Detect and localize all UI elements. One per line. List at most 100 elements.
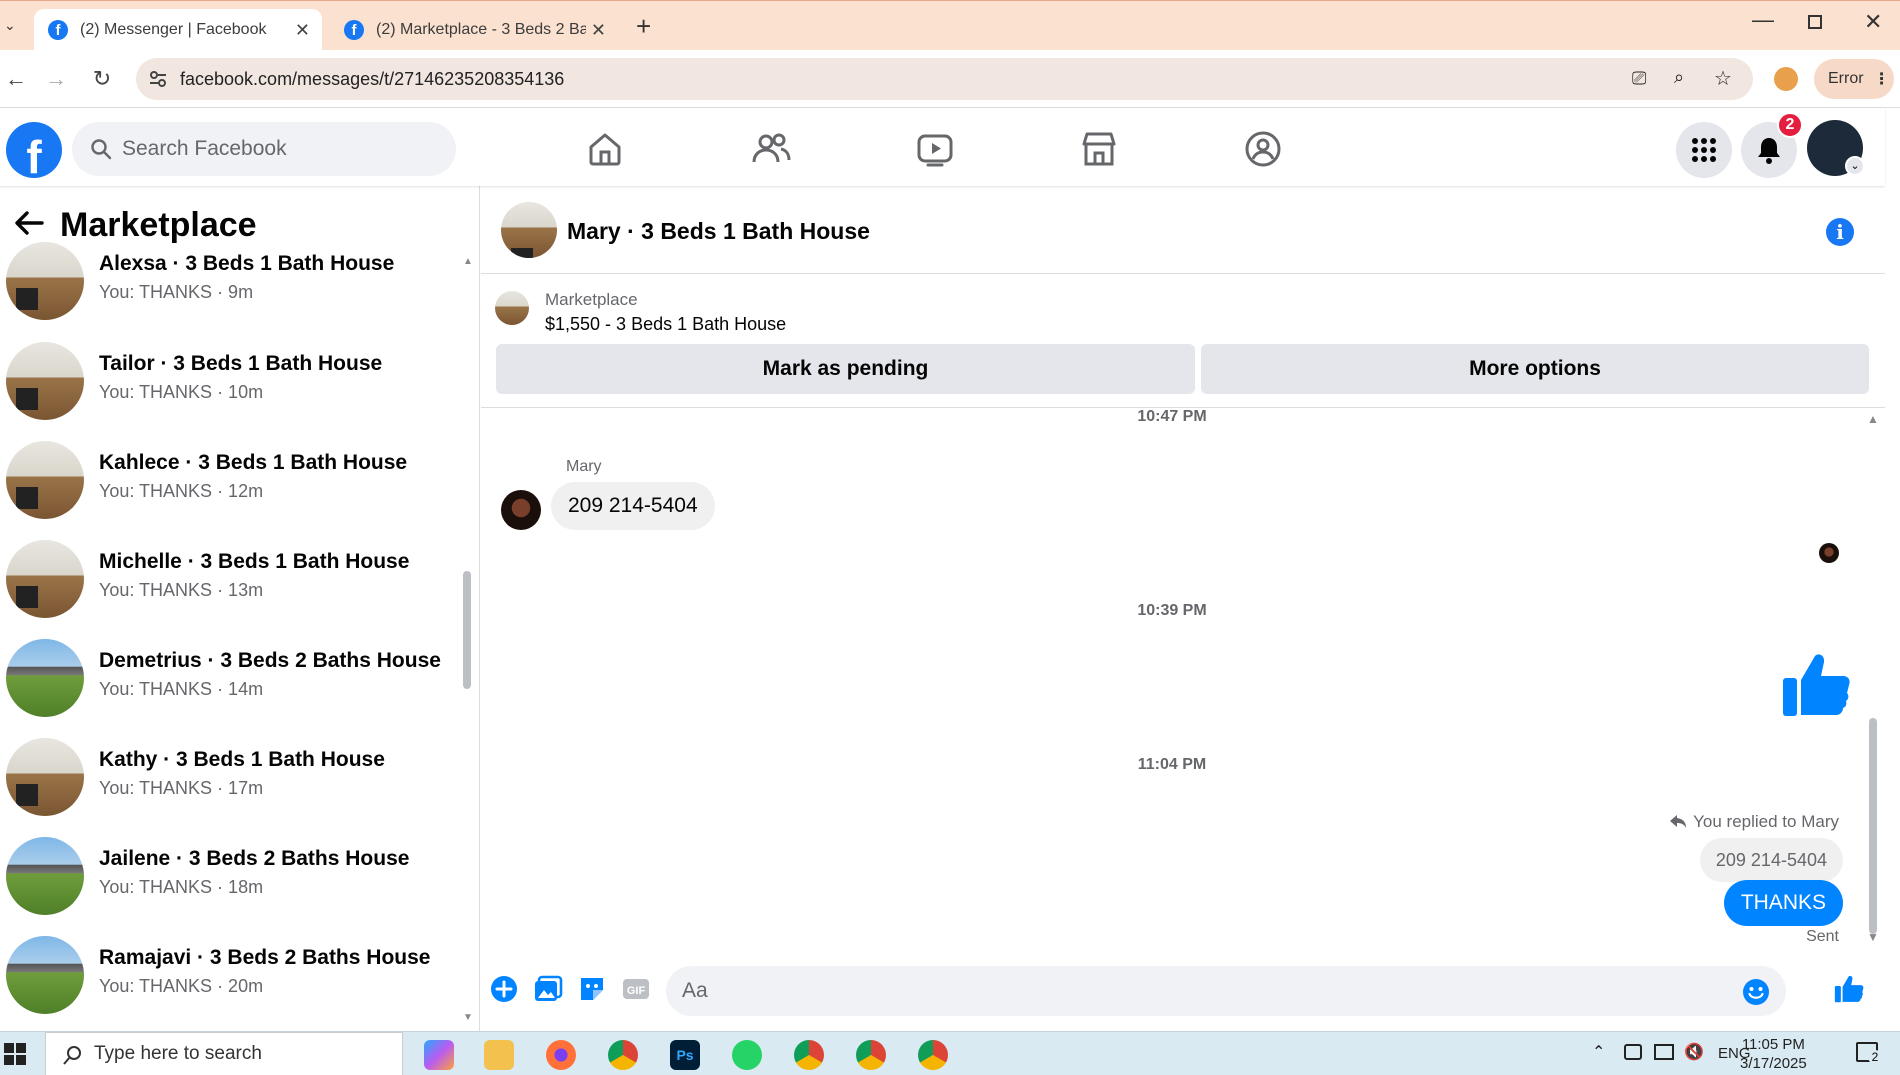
- taskbar-search[interactable]: Type here to search: [45, 1032, 403, 1075]
- chrome-profile-icon[interactable]: [856, 1040, 886, 1070]
- conversation-name: Michelle · 3 Beds 1 Bath House: [99, 550, 410, 573]
- volume-muted-icon[interactable]: 🔇: [1684, 1042, 1704, 1062]
- account-avatar[interactable]: ⌄: [1807, 120, 1865, 176]
- sticker-icon[interactable]: [577, 974, 607, 1004]
- listing-thumbnail[interactable]: [495, 291, 529, 325]
- file-explorer-icon[interactable]: [484, 1040, 514, 1070]
- firefox-icon[interactable]: [546, 1040, 576, 1070]
- more-options-button[interactable]: More options: [1201, 344, 1869, 394]
- scroll-down-arrow-icon[interactable]: ▼: [1867, 930, 1879, 944]
- menu-grid-button[interactable]: [1676, 122, 1732, 178]
- friends-icon[interactable]: [750, 128, 792, 170]
- profile-error-button[interactable]: Error ⋮: [1814, 59, 1894, 99]
- timestamp: 11:04 PM: [1137, 756, 1207, 773]
- conversation-snippet: You: THANKS · 17m: [99, 778, 264, 798]
- gif-icon[interactable]: GIF: [621, 974, 651, 1004]
- message-thread: 10:47 PM Mary 209 214-5404 10:39 PM 11:0…: [481, 408, 1885, 954]
- forward-button[interactable]: →: [42, 65, 70, 93]
- tab-search-icon[interactable]: ⌄: [4, 17, 18, 33]
- copilot-app-icon[interactable]: [424, 1040, 454, 1070]
- reload-button[interactable]: ↻: [88, 65, 116, 93]
- scroll-down-arrow-icon[interactable]: ▼: [463, 1012, 473, 1023]
- close-tab-icon[interactable]: ✕: [295, 20, 310, 41]
- facebook-search-input[interactable]: Search Facebook: [72, 122, 456, 176]
- reply-label: You replied to Mary: [1693, 812, 1839, 831]
- notification-count: 2: [1868, 1050, 1882, 1064]
- tab-messenger[interactable]: f (2) Messenger | Facebook ✕: [34, 9, 322, 51]
- profile-avatar-icon[interactable]: [1774, 67, 1798, 91]
- tab-title: (2) Marketplace - 3 Beds 2 Bath: [376, 21, 586, 38]
- site-info-icon[interactable]: [148, 69, 168, 89]
- restore-button[interactable]: [1808, 15, 1822, 29]
- listing-thumbnail: [6, 342, 84, 420]
- back-arrow-icon[interactable]: [14, 210, 44, 236]
- sidebar-scrollbar[interactable]: [463, 571, 471, 689]
- chrome-profile-icon[interactable]: [794, 1040, 824, 1070]
- conversation-snippet: You: THANKS · 14m: [99, 679, 264, 699]
- timestamp: 10:39 PM: [1137, 602, 1207, 619]
- notification-badge: 2: [1777, 112, 1803, 138]
- photoshop-icon[interactable]: Ps: [670, 1040, 700, 1070]
- emoji-icon[interactable]: [1742, 978, 1770, 1006]
- quoted-message[interactable]: 209 214-5404: [1699, 838, 1843, 882]
- info-icon[interactable]: i: [1826, 218, 1854, 246]
- marketplace-sidebar: Marketplace Alexsa · 3 Beds 1 Bath House…: [0, 186, 480, 1031]
- back-button[interactable]: ←: [2, 65, 30, 93]
- grid-icon: [1692, 138, 1716, 162]
- address-bar[interactable]: facebook.com/messages/t/2714623520835413…: [136, 58, 1753, 100]
- close-tab-icon[interactable]: ✕: [591, 20, 606, 41]
- chrome-profile-icon[interactable]: [918, 1040, 948, 1070]
- add-icon[interactable]: [489, 974, 519, 1004]
- conversation-name: Kathy · 3 Beds 1 Bath House: [99, 748, 385, 771]
- conversation-item[interactable]: Alexsa · 3 Beds 1 Bath House You: THANKS…: [6, 242, 466, 322]
- like-button-icon[interactable]: [1834, 974, 1864, 1004]
- minimize-button[interactable]: —: [1752, 7, 1774, 33]
- new-tab-button[interactable]: +: [636, 11, 651, 42]
- conversation-item[interactable]: Kahlece · 3 Beds 1 Bath House You: THANK…: [6, 441, 466, 521]
- windows-start-icon[interactable]: [4, 1043, 26, 1065]
- message-placeholder: Aa: [682, 979, 708, 1002]
- chat-avatar[interactable]: [501, 202, 557, 258]
- conversation-item[interactable]: Tailor · 3 Beds 1 Bath House You: THANKS…: [6, 342, 466, 422]
- marketplace-icon[interactable]: [1078, 128, 1120, 170]
- chrome-icon[interactable]: [608, 1040, 638, 1070]
- scroll-up-arrow-icon[interactable]: ▲: [463, 256, 473, 267]
- groups-icon[interactable]: [1242, 128, 1284, 170]
- outgoing-message[interactable]: THANKS: [1723, 880, 1843, 926]
- listing-title[interactable]: $1,550 - 3 Beds 1 Bath House: [545, 314, 786, 335]
- install-app-icon[interactable]: ⎚: [1632, 68, 1646, 89]
- conversation-item[interactable]: Ramajavi · 3 Beds 2 Baths House You: THA…: [6, 936, 466, 1016]
- windows-taskbar: Type here to search Ps ⌃ 🔇 ENG 11:05 PM …: [0, 1031, 1900, 1075]
- scroll-up-arrow-icon[interactable]: ▲: [1867, 412, 1879, 426]
- url-text: facebook.com/messages/t/2714623520835413…: [180, 68, 565, 89]
- close-window-button[interactable]: ✕: [1864, 9, 1882, 35]
- video-icon[interactable]: [914, 128, 956, 170]
- chat-scrollbar[interactable]: [1869, 718, 1877, 934]
- conversation-name: Jailene · 3 Beds 2 Baths House: [99, 847, 410, 870]
- conversation-item[interactable]: Kathy · 3 Beds 1 Bath House You: THANKS …: [6, 738, 466, 818]
- incoming-message[interactable]: 209 214-5404: [551, 482, 715, 530]
- mark-as-pending-button[interactable]: Mark as pending: [496, 344, 1195, 394]
- thumbs-up-sticker-icon[interactable]: [1781, 650, 1851, 720]
- marketplace-label: Marketplace: [545, 290, 638, 309]
- conversation-item[interactable]: Michelle · 3 Beds 1 Bath House You: THAN…: [6, 540, 466, 620]
- facebook-logo-icon[interactable]: f: [6, 122, 62, 178]
- photo-icon[interactable]: [533, 974, 563, 1004]
- show-hidden-icons-icon[interactable]: ⌃: [1592, 1042, 1605, 1062]
- taskbar-clock[interactable]: 11:05 PM 3/17/2025: [1740, 1035, 1807, 1073]
- message-input[interactable]: Aa: [666, 966, 1786, 1016]
- conversation-item[interactable]: Demetrius · 3 Beds 2 Baths House You: TH…: [6, 639, 466, 719]
- tab-marketplace[interactable]: f (2) Marketplace - 3 Beds 2 Bath ✕: [330, 9, 618, 51]
- home-icon[interactable]: [584, 128, 626, 170]
- bookmark-star-icon[interactable]: ☆: [1714, 66, 1732, 91]
- chat-title[interactable]: Mary · 3 Beds 1 Bath House: [567, 218, 870, 245]
- notification-center-icon[interactable]: 2: [1856, 1042, 1882, 1064]
- meet-now-icon[interactable]: [1624, 1044, 1642, 1060]
- sidebar-title: Marketplace: [60, 206, 257, 244]
- network-icon[interactable]: [1654, 1044, 1674, 1060]
- conversation-item[interactable]: Jailene · 3 Beds 2 Baths House You: THAN…: [6, 837, 466, 917]
- sender-avatar[interactable]: [501, 490, 541, 530]
- whatsapp-icon[interactable]: [732, 1040, 762, 1070]
- zoom-icon[interactable]: ⌕: [1674, 67, 1684, 88]
- listing-thumbnail: [6, 441, 84, 519]
